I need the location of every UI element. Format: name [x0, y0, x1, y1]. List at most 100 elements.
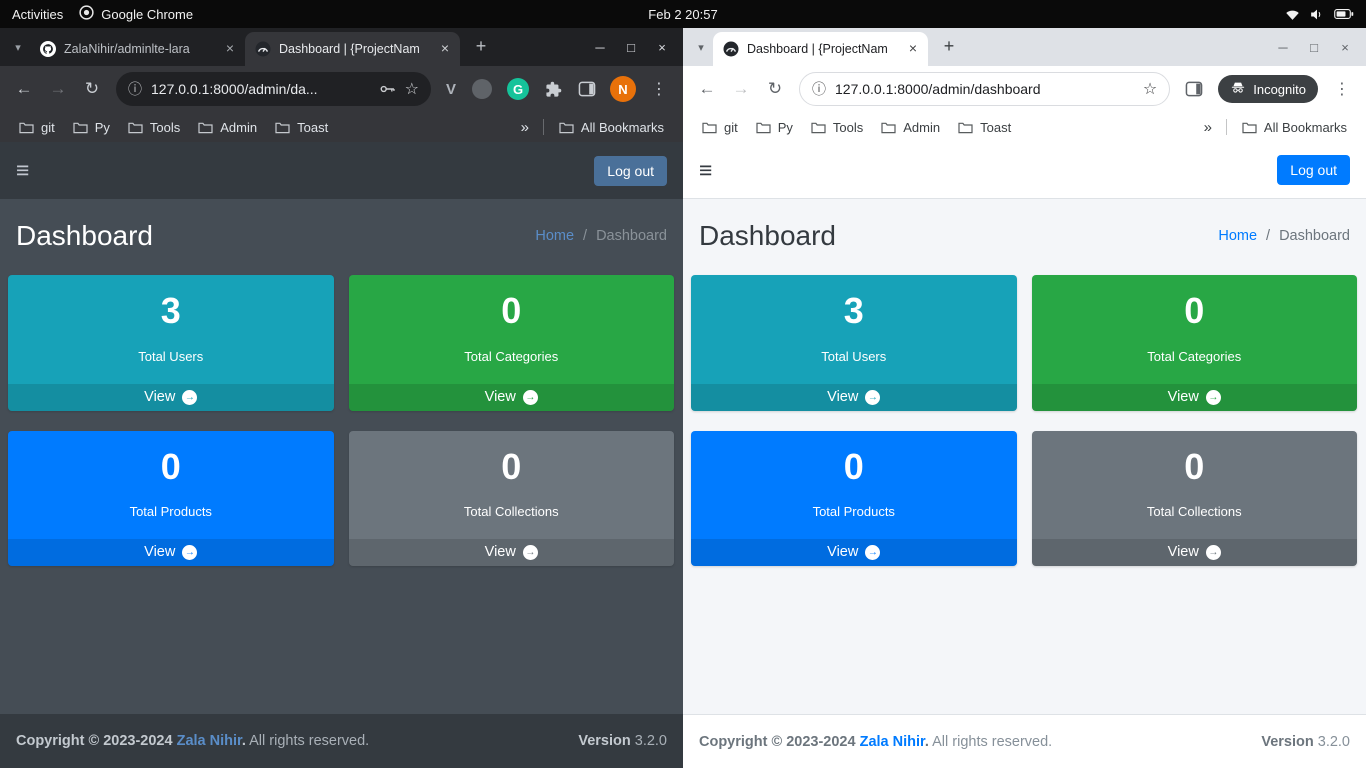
bookmark-toast[interactable]: Toast [949, 117, 1020, 138]
minimize-button[interactable]: ─ [1276, 40, 1290, 55]
address-bar[interactable]: ⓘ 127.0.0.1:8000/admin/dashboard ☆ [799, 72, 1170, 106]
chrome-window-left: ▾ ZalaNihir/adminlte-lara × Dashboard | … [0, 28, 683, 768]
maximize-button[interactable]: □ [624, 40, 638, 55]
tab-strip: ▾ Dashboard | {ProjectNam × + ─ □ × [683, 28, 1366, 66]
arrow-circle-right-icon: → [523, 545, 538, 560]
volume-icon [1309, 8, 1325, 21]
extensions-puzzle-icon[interactable] [537, 73, 569, 105]
tab-strip: ▾ ZalaNihir/adminlte-lara × Dashboard | … [0, 28, 683, 66]
bookmark-admin[interactable]: Admin [189, 117, 266, 138]
close-button[interactable]: × [1338, 40, 1352, 55]
maximize-button[interactable]: □ [1307, 40, 1321, 55]
clock[interactable]: Feb 2 20:57 [648, 7, 717, 22]
reload-button[interactable]: ↻ [759, 73, 791, 105]
folder-icon [756, 121, 771, 134]
stat-value: 0 [18, 447, 324, 487]
forward-button[interactable]: → [42, 73, 74, 105]
profile-avatar[interactable]: N [610, 76, 636, 102]
view-link[interactable]: View → [1032, 539, 1358, 566]
sidebar-toggle-icon[interactable]: ≡ [699, 159, 712, 182]
bookmark-git[interactable]: git [10, 117, 64, 138]
site-info-icon[interactable]: ⓘ [128, 79, 142, 99]
footer-author-link[interactable]: Zala Nihir [177, 733, 242, 749]
all-bookmarks-button[interactable]: All Bookmarks [550, 117, 673, 138]
footer-author-link[interactable]: Zala Nihir [860, 734, 925, 750]
battery-icon [1334, 8, 1354, 20]
bookmarks-overflow-icon[interactable]: » [513, 119, 537, 136]
system-tray[interactable] [1285, 8, 1366, 21]
stat-label: Total Products [701, 504, 1007, 519]
view-link[interactable]: View → [691, 384, 1017, 411]
stat-label: Total Users [701, 349, 1007, 364]
bookmark-toast[interactable]: Toast [266, 117, 337, 138]
new-tab-button[interactable]: + [468, 34, 494, 60]
url-text: 127.0.0.1:8000/admin/dashboard [835, 81, 1134, 97]
all-bookmarks-button[interactable]: All Bookmarks [1233, 117, 1356, 138]
tab-title: Dashboard | {ProjectNam [279, 42, 429, 56]
bookmark-star-icon[interactable]: ☆ [1143, 79, 1157, 99]
bookmark-py[interactable]: Py [64, 117, 119, 138]
bookmarks-overflow-icon[interactable]: » [1196, 119, 1220, 136]
folder-icon [198, 121, 213, 134]
password-key-icon[interactable] [379, 82, 396, 96]
close-button[interactable]: × [655, 40, 669, 55]
back-button[interactable]: ← [691, 73, 723, 105]
view-link[interactable]: View → [691, 539, 1017, 566]
tab-close-icon[interactable]: × [437, 41, 453, 57]
tab-dashboard[interactable]: Dashboard | {ProjectNam × [245, 32, 460, 66]
stat-card-total-products: 0 Total Products View → [691, 431, 1017, 567]
stat-value: 0 [359, 447, 665, 487]
bookmark-admin[interactable]: Admin [872, 117, 949, 138]
breadcrumb-home-link[interactable]: Home [535, 228, 574, 244]
view-link[interactable]: View → [8, 384, 334, 411]
vimium-extension-icon[interactable]: V [439, 81, 463, 98]
tab-search-button[interactable]: ▾ [689, 41, 713, 54]
reload-button[interactable]: ↻ [76, 73, 108, 105]
bookmark-git[interactable]: git [693, 117, 747, 138]
view-link[interactable]: View → [1032, 384, 1358, 411]
back-button[interactable]: ← [8, 73, 40, 105]
view-link[interactable]: View → [8, 539, 334, 566]
side-panel-icon[interactable] [571, 73, 603, 105]
grammarly-extension-icon[interactable]: G [507, 78, 529, 100]
new-tab-button[interactable]: + [936, 34, 962, 60]
side-panel-icon[interactable] [1178, 73, 1210, 105]
extension-icon[interactable] [472, 79, 492, 99]
forward-button[interactable]: → [725, 73, 757, 105]
page-navbar: ≡ Log out [0, 142, 683, 199]
dashboard-favicon [723, 41, 739, 57]
breadcrumb-current: Dashboard [1279, 228, 1350, 244]
stat-card-total-collections: 0 Total Collections View → [349, 431, 675, 567]
view-link[interactable]: View → [349, 384, 675, 411]
tab-github-repo[interactable]: ZalaNihir/adminlte-lara × [30, 32, 245, 66]
chrome-window-right: ▾ Dashboard | {ProjectNam × + ─ □ × ← → … [683, 28, 1366, 768]
view-link[interactable]: View → [349, 539, 675, 566]
activities-button[interactable]: Activities [12, 7, 63, 22]
page-navbar: ≡ Log out [683, 142, 1366, 199]
logout-button[interactable]: Log out [594, 156, 667, 186]
bookmark-star-icon[interactable]: ☆ [405, 79, 419, 99]
stat-card-total-categories: 0 Total Categories View → [349, 275, 675, 411]
stat-value: 3 [701, 291, 1007, 331]
divider [1226, 119, 1227, 135]
stat-label: Total Categories [1042, 349, 1348, 364]
tab-close-icon[interactable]: × [905, 41, 921, 57]
minimize-button[interactable]: ─ [593, 40, 607, 55]
app-menu[interactable]: Google Chrome [79, 5, 193, 23]
site-info-icon[interactable]: ⓘ [812, 79, 826, 99]
tab-search-button[interactable]: ▾ [6, 41, 30, 54]
menu-kebab-icon[interactable]: ⋮ [1326, 73, 1358, 105]
stat-value: 3 [18, 291, 324, 331]
tab-close-icon[interactable]: × [222, 41, 238, 57]
bookmark-tools[interactable]: Tools [119, 117, 189, 138]
breadcrumb-home-link[interactable]: Home [1218, 228, 1257, 244]
logout-button[interactable]: Log out [1277, 155, 1350, 185]
menu-kebab-icon[interactable]: ⋮ [643, 73, 675, 105]
sidebar-toggle-icon[interactable]: ≡ [16, 159, 29, 182]
breadcrumb: Home / Dashboard [535, 228, 667, 244]
tab-dashboard[interactable]: Dashboard | {ProjectNam × [713, 32, 928, 66]
stat-cards: 3 Total Users View → 0 Total Categories … [0, 275, 683, 566]
address-bar[interactable]: ⓘ 127.0.0.1:8000/admin/da... ☆ [116, 72, 431, 106]
bookmark-tools[interactable]: Tools [802, 117, 872, 138]
bookmark-py[interactable]: Py [747, 117, 802, 138]
